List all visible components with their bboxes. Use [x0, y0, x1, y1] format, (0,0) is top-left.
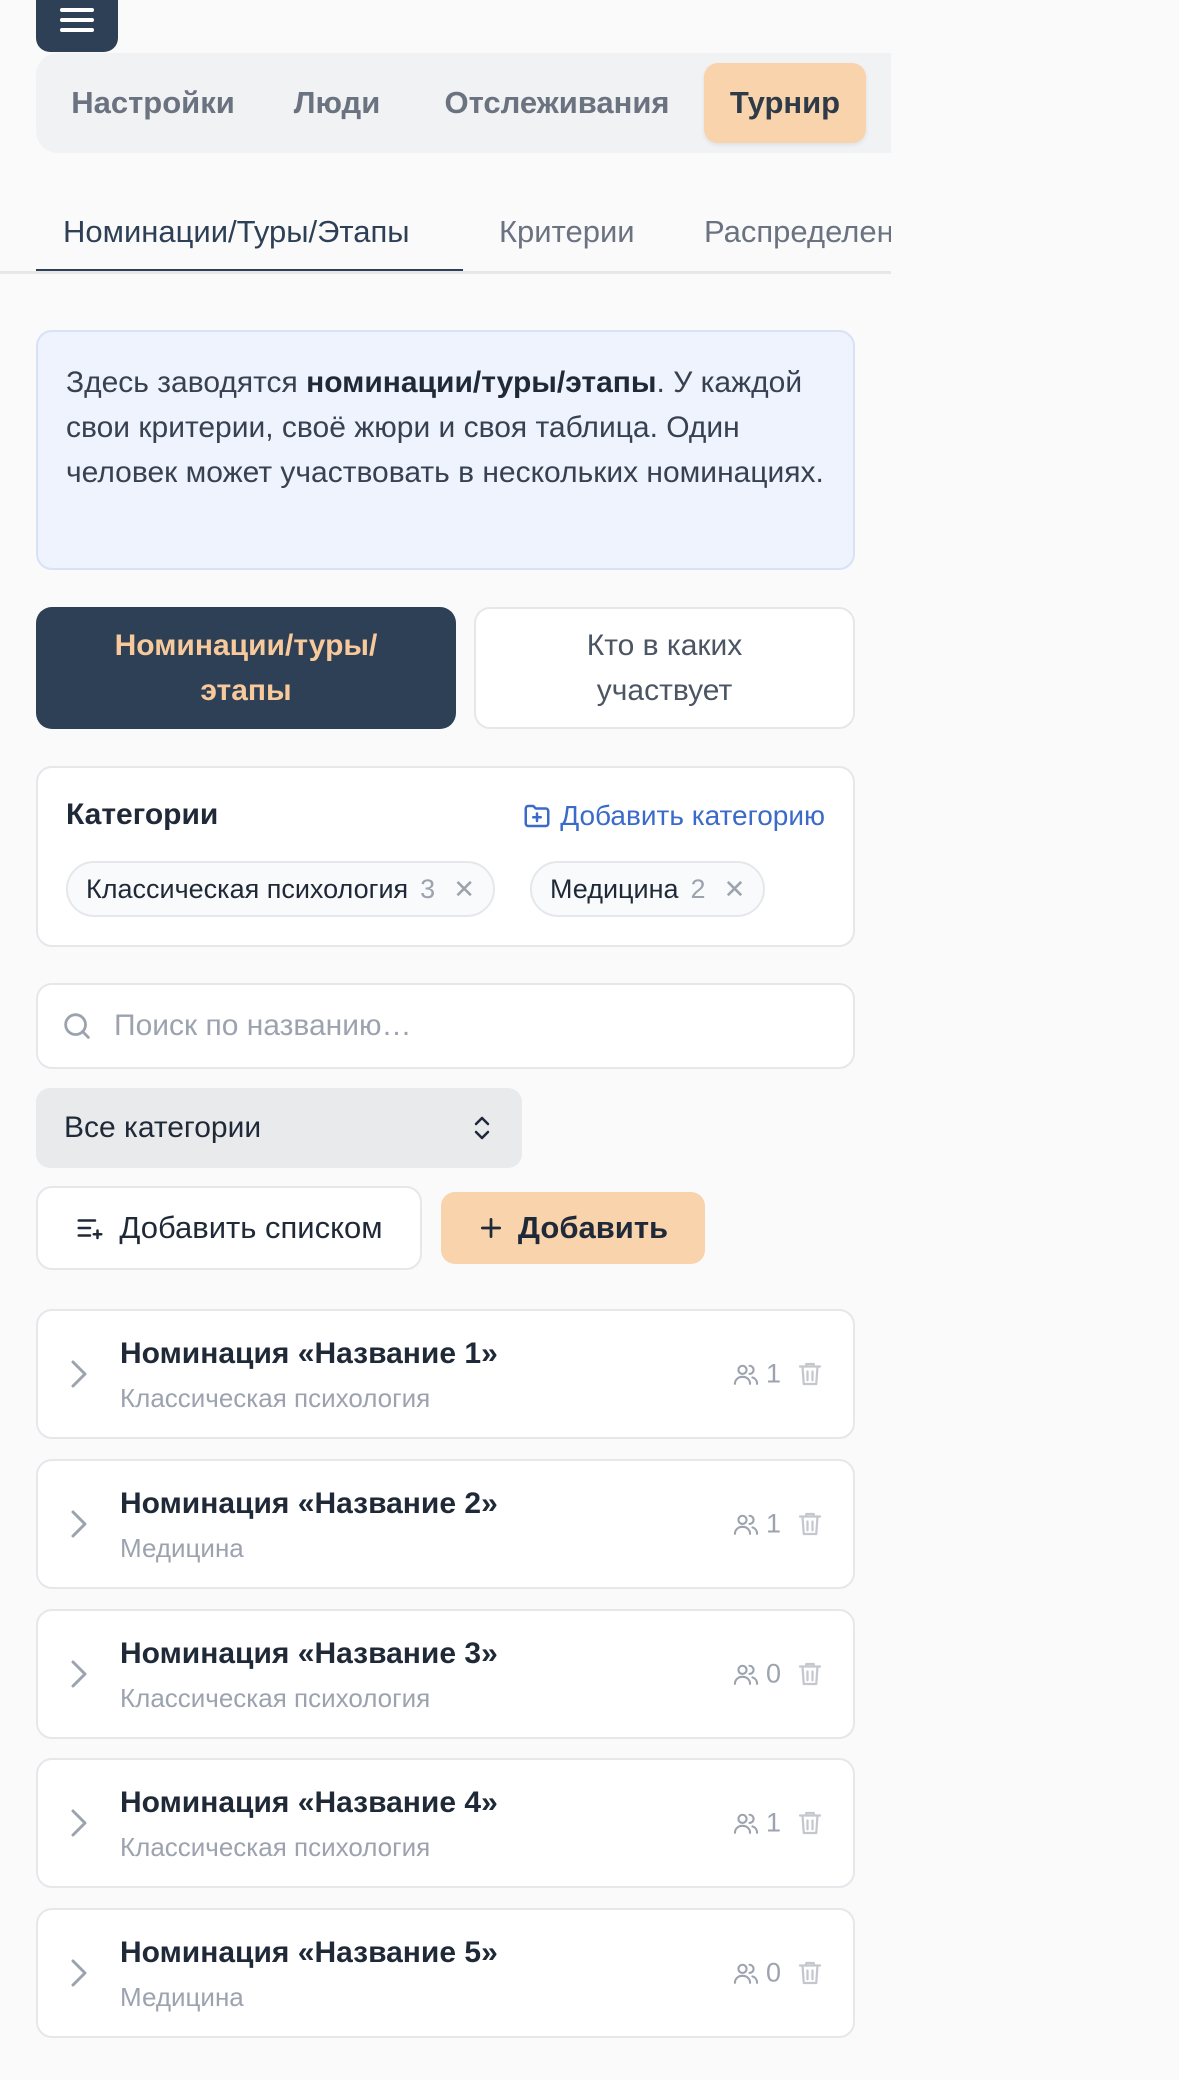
users-icon [733, 1664, 759, 1685]
participants-count: 1 [732, 1808, 781, 1839]
trash-icon[interactable] [795, 1508, 825, 1540]
chip-label: Медицина [550, 873, 679, 904]
add-label: Добавить [517, 1210, 669, 1245]
chip-count: 2 [690, 873, 706, 904]
search-input[interactable] [114, 1009, 794, 1043]
categories-title: Категории [66, 798, 219, 831]
participants-count: 1 [732, 1509, 781, 1540]
info-text-bold: номинации/туры/этапы [306, 366, 657, 399]
chevron-right-icon[interactable] [68, 1359, 90, 1389]
category-chip[interactable]: Медицина 2 ✕ [530, 861, 766, 917]
item-category: Классическая психология [120, 1683, 431, 1713]
chevron-right-icon[interactable] [68, 1659, 90, 1689]
add-button[interactable]: Добавить [441, 1192, 705, 1264]
subtab-nominations[interactable]: Номинации/Туры/Этапы [63, 190, 410, 271]
subtab-criteria[interactable]: Критерии [499, 190, 635, 271]
participants-count: 0 [732, 1659, 781, 1690]
trash-icon[interactable] [795, 1957, 825, 1989]
menu-button[interactable] [36, 0, 118, 52]
item-category: Классическая психология [120, 1832, 431, 1862]
chevron-right-icon[interactable] [68, 1509, 90, 1539]
close-icon[interactable]: ✕ [724, 874, 746, 905]
list-item[interactable]: Номинация «Название 1» Классическая психо… [36, 1309, 855, 1439]
chip-label: Классическая психология [86, 873, 409, 904]
sub-tabs: Номинации/Туры/Этапы Критерии Распределе… [0, 190, 891, 274]
item-name: Номинация «Название 5» [120, 1936, 498, 1969]
add-category-label: Добавить категорию [560, 800, 825, 831]
categories-card: Категории Добавить категорию Классическа… [36, 766, 855, 947]
active-tab-underline [36, 269, 463, 271]
trash-icon[interactable] [795, 1807, 825, 1839]
item-name: Номинация «Название 3» [120, 1637, 498, 1670]
trash-icon[interactable] [795, 1658, 825, 1690]
users-icon [733, 1813, 759, 1834]
search-box [36, 983, 855, 1069]
folder-plus-icon [524, 804, 550, 828]
category-filter-select[interactable]: Все категории [36, 1088, 522, 1168]
users-icon [733, 1364, 759, 1385]
add-list-button[interactable]: Добавить списком [36, 1186, 422, 1270]
item-category: Медицина [120, 1982, 244, 2012]
trash-icon[interactable] [795, 1358, 825, 1390]
participants-count-value: 1 [765, 1358, 781, 1389]
chevron-right-icon[interactable] [68, 1958, 90, 1988]
item-category: Классическая психология [120, 1383, 431, 1413]
item-name: Номинация «Название 2» [120, 1487, 498, 1520]
list-item[interactable]: Номинация «Название 2» Медицина 1 [36, 1459, 855, 1589]
top-tabs: Настройки Люди Отслеживания Турнир [36, 53, 891, 153]
subtab-distribution[interactable]: Распределен [704, 190, 891, 271]
category-chip[interactable]: Классическая психология 3 ✕ [66, 861, 495, 917]
plus-icon [480, 1217, 501, 1239]
item-name: Номинация «Название 4» [120, 1786, 498, 1819]
participants-count-value: 1 [765, 1508, 781, 1539]
category-filter-value: Все категории [64, 1111, 262, 1144]
participants-count-value: 0 [765, 1658, 781, 1689]
add-category-button[interactable]: Добавить категорию [522, 800, 825, 832]
list-item[interactable]: Номинация «Название 4» Классическая психо… [36, 1758, 855, 1888]
segment-participants-button[interactable]: Кто в каких участвует [474, 607, 855, 729]
users-icon [733, 1514, 759, 1535]
info-text-pre: Здесь заводятся [66, 366, 307, 399]
info-box: Здесь заводятся номинации/туры/этапы. У … [36, 330, 855, 570]
participants-count-value: 0 [765, 1957, 781, 1988]
participants-count: 1 [732, 1359, 781, 1390]
hamburger-icon [60, 8, 94, 32]
tab-tournament[interactable]: Турнир [704, 63, 866, 143]
tab-tracking[interactable]: Отслеживания [426, 63, 688, 143]
participants-count: 0 [732, 1958, 781, 1989]
chip-count: 3 [420, 873, 436, 904]
chevron-right-icon[interactable] [68, 1808, 90, 1838]
tab-settings[interactable]: Настройки [36, 63, 270, 143]
chevron-updown-icon [474, 1116, 490, 1140]
list-item[interactable]: Номинация «Название 3» Классическая психо… [36, 1609, 855, 1739]
item-name: Номинация «Название 1» [120, 1337, 498, 1370]
users-icon [733, 1963, 759, 1984]
list-item[interactable]: Номинация «Название 5» Медицина 0 [36, 1908, 855, 2038]
close-icon[interactable]: ✕ [453, 874, 475, 905]
segment-nominations-button[interactable]: Номинации/туры/этапы [36, 607, 456, 729]
participants-count-value: 1 [765, 1807, 781, 1838]
add-list-label: Добавить списком [119, 1210, 383, 1245]
tab-people[interactable]: Люди [276, 63, 398, 143]
search-icon [64, 1013, 90, 1039]
item-category: Медицина [120, 1533, 244, 1563]
list-add-icon [77, 1219, 103, 1240]
